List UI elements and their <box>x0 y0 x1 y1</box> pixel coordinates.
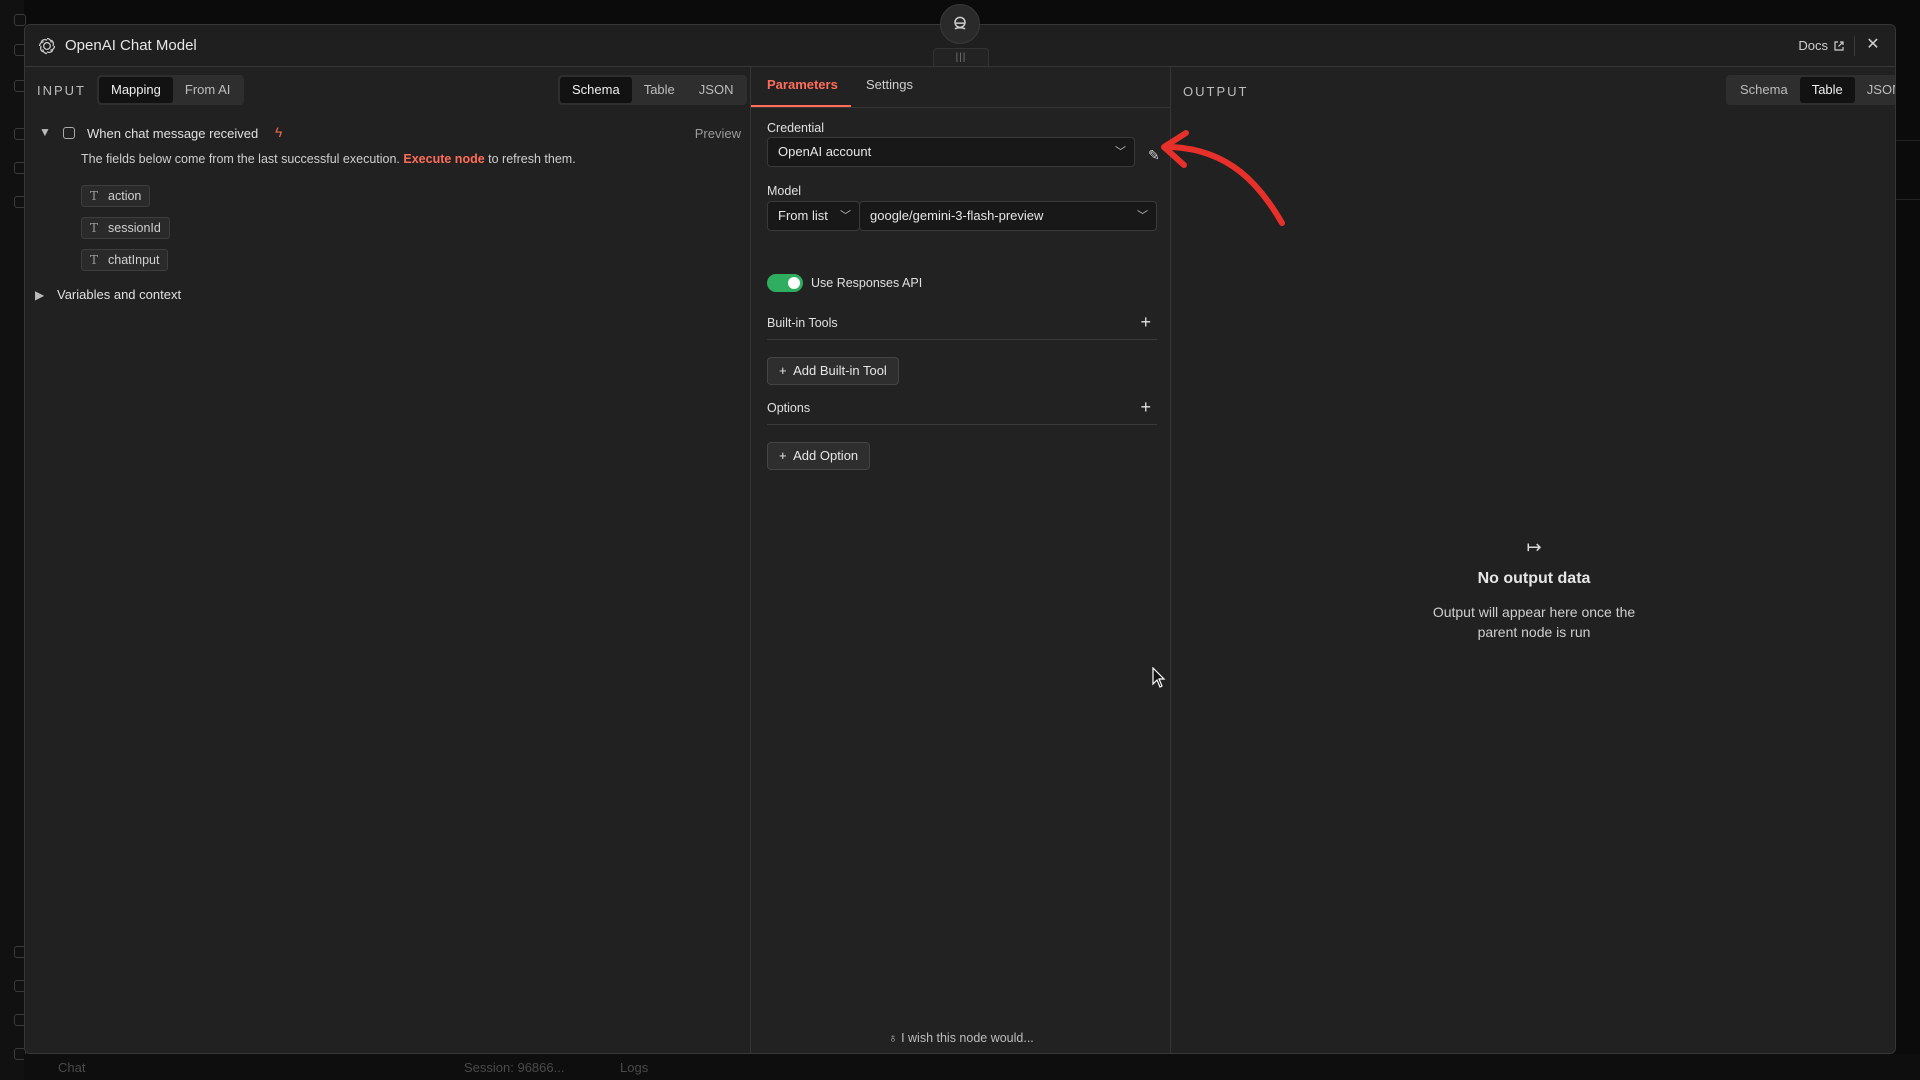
options-section: Options + <box>767 395 1157 425</box>
node-details-modal: OpenAI Chat Model Docs ✕ INPUT Mapping F… <box>24 24 1896 1054</box>
credential-label: Credential <box>767 121 824 135</box>
modal-title: OpenAI Chat Model <box>65 37 197 54</box>
builtin-tools-label: Built-in Tools <box>767 316 838 330</box>
feedback-link[interactable]: ♁ I wish this node would... <box>751 1031 1171 1045</box>
chevron-down-icon: ﹀ <box>840 210 851 222</box>
input-tab-table[interactable]: Table <box>632 77 687 103</box>
output-tab-json[interactable]: JSON <box>1855 77 1895 103</box>
chevron-down-icon[interactable]: ▼ <box>39 125 51 139</box>
add-builtin-tool-plus-icon[interactable]: + <box>1140 312 1151 333</box>
field-name: action <box>108 189 142 203</box>
bottom-logs-label: Logs <box>620 1060 649 1075</box>
credential-select[interactable]: OpenAI account ﹀ <box>767 137 1135 167</box>
field-name: chatInput <box>108 253 160 267</box>
string-type-icon: T <box>90 189 99 203</box>
chat-bubble-icon <box>63 127 75 139</box>
output-label: OUTPUT <box>1183 84 1249 99</box>
input-label: INPUT <box>37 83 86 98</box>
openai-logo-icon <box>38 37 56 55</box>
panel-drag-handle[interactable]: ||| <box>933 48 989 66</box>
empty-output-state: ↦ No output data Output will appear here… <box>1171 537 1895 642</box>
execute-node-link[interactable]: Execute node <box>403 152 484 166</box>
schema-field-sessionid[interactable]: T sessionId <box>81 217 170 239</box>
execution-hint: The fields below come from the last succ… <box>81 152 576 166</box>
output-tab-schema[interactable]: Schema <box>1728 77 1800 103</box>
tab-mapping[interactable]: Mapping <box>99 77 173 103</box>
header-divider <box>1854 36 1855 56</box>
variables-context-row[interactable]: ▶ Variables and context <box>35 287 181 302</box>
variables-context-label: Variables and context <box>57 287 182 302</box>
plus-icon: + <box>779 363 787 378</box>
lightbulb-icon: ♁ <box>888 1031 898 1045</box>
annotation-arrow-icon <box>1161 130 1285 226</box>
model-select[interactable]: google/gemini-3-flash-preview ﹀ <box>859 201 1157 231</box>
tab-parameters[interactable]: Parameters <box>767 77 838 92</box>
input-panel: INPUT Mapping From AI Schema Table JSON … <box>25 67 751 1053</box>
responses-api-toggle[interactable] <box>767 274 803 292</box>
model-mode-select[interactable]: From list ﹀ <box>767 201 860 231</box>
arrow-to-right-icon: ↦ <box>1526 537 1542 557</box>
empty-output-title: No output data <box>1477 570 1591 587</box>
active-tab-indicator <box>751 105 851 107</box>
model-value: google/gemini-3-flash-preview <box>870 208 1044 223</box>
parameters-panel: Parameters Settings Credential OpenAI ac… <box>751 67 1171 1053</box>
tab-settings[interactable]: Settings <box>866 77 913 92</box>
input-view-switch: Schema Table JSON <box>558 75 748 105</box>
hint-suffix: to refresh them. <box>488 152 576 166</box>
tab-from-ai[interactable]: From AI <box>173 77 243 103</box>
options-label: Options <box>767 401 811 415</box>
add-builtin-tool-button[interactable]: + Add Built-in Tool <box>767 357 899 385</box>
input-tab-schema[interactable]: Schema <box>560 77 632 103</box>
trigger-node-name: When chat message received <box>87 126 259 141</box>
empty-output-subtitle: Output will appear here once the parent … <box>1432 604 1636 640</box>
input-mode-switch: Mapping From AI <box>97 75 245 105</box>
trigger-bolt-icon: ϟ <box>275 124 283 140</box>
input-tab-json[interactable]: JSON <box>687 77 746 103</box>
string-type-icon: T <box>90 253 99 267</box>
builtin-tools-section: Built-in Tools + <box>767 310 1157 340</box>
output-tab-table[interactable]: Table <box>1799 77 1855 103</box>
credential-value: OpenAI account <box>778 144 872 159</box>
close-icon: ✕ <box>1866 36 1880 53</box>
output-view-switch: Schema Table JSON <box>1726 75 1895 105</box>
feedback-label: I wish this node would... <box>901 1031 1034 1045</box>
bottom-chat-label: Chat <box>58 1060 86 1075</box>
field-name: sessionId <box>108 221 161 235</box>
tabs-divider <box>751 107 1171 108</box>
string-type-icon: T <box>90 221 99 235</box>
chevron-down-icon: ﹀ <box>1115 146 1126 158</box>
background-bottom-bar: Chat Session: 96866... Logs <box>24 1054 1920 1080</box>
docs-link-label: Docs <box>1798 38 1828 53</box>
chat-model-icon <box>954 16 966 30</box>
trigger-node-row[interactable]: ▼ When chat message received ϟ Preview <box>35 123 741 145</box>
add-option-plus-icon[interactable]: + <box>1140 397 1151 418</box>
background-right-edge <box>1896 140 1920 200</box>
add-builtin-tool-label: Add Built-in Tool <box>793 363 887 378</box>
chevron-right-icon: ▶ <box>35 288 45 302</box>
close-button[interactable]: ✕ <box>1863 35 1883 55</box>
external-link-icon <box>1834 40 1844 51</box>
hint-prefix: The fields below come from the last succ… <box>81 152 400 166</box>
node-avatar-button[interactable] <box>940 4 980 44</box>
schema-field-action[interactable]: T action <box>81 185 151 207</box>
bottom-session-label: Session: 96866... <box>464 1060 565 1075</box>
preview-label: Preview <box>694 126 741 141</box>
plus-icon: + <box>779 448 787 463</box>
background-sidebar <box>0 0 26 1080</box>
schema-field-chatinput[interactable]: T chatInput <box>81 249 169 271</box>
mouse-cursor-icon <box>1152 667 1166 688</box>
add-option-label: Add Option <box>793 448 859 463</box>
model-mode-value: From list <box>778 208 828 223</box>
chevron-down-icon: ﹀ <box>1137 210 1148 222</box>
responses-api-label: Use Responses API <box>811 276 923 290</box>
docs-link[interactable]: Docs <box>1798 38 1845 53</box>
model-label: Model <box>767 184 802 198</box>
add-option-button[interactable]: + Add Option <box>767 442 871 470</box>
